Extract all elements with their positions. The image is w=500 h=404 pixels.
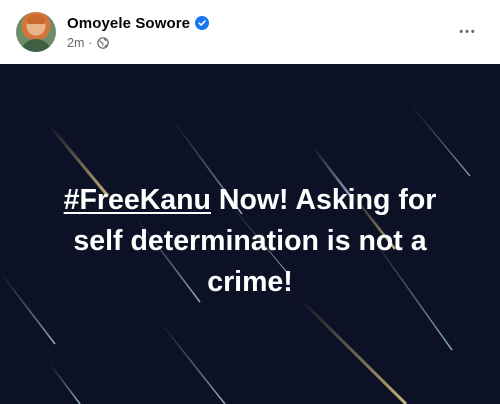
post-image[interactable]: #FreeKanu Now! Asking for self determina… xyxy=(0,64,500,404)
author-name[interactable]: Omoyele Sowore xyxy=(67,15,190,32)
avatar-shoulders xyxy=(20,39,52,52)
globe-icon[interactable] xyxy=(96,36,109,49)
more-options-label: ••• xyxy=(459,26,477,38)
post-header: Omoyele Sowore 2m · ••• xyxy=(0,0,500,64)
avatar[interactable] xyxy=(16,12,56,52)
avatar-cap xyxy=(27,15,45,24)
meta-separator: · xyxy=(88,35,93,50)
verified-badge-icon xyxy=(195,16,210,30)
more-options-icon[interactable]: ••• xyxy=(452,16,484,48)
post-meta: 2m · xyxy=(67,35,109,50)
post-text: #FreeKanu Now! Asking for self determina… xyxy=(0,180,500,303)
hashtag-link[interactable]: #FreeKanu xyxy=(64,184,211,216)
post-time[interactable]: 2m xyxy=(67,36,84,50)
author-line: Omoyele Sowore xyxy=(67,14,210,32)
